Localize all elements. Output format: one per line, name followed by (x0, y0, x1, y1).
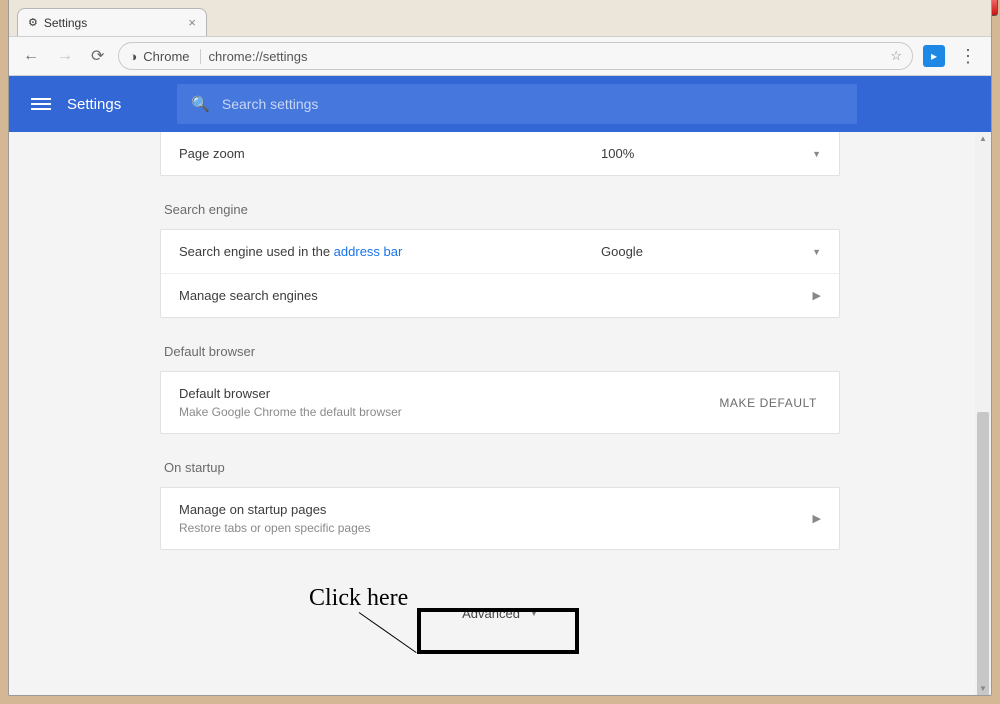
chevron-down-icon: ▼ (812, 149, 821, 159)
section-search-engine: Search engine (164, 202, 840, 217)
omnibox-proto-label: Chrome (143, 49, 189, 64)
settings-header: Settings 🔍 (9, 76, 991, 132)
extension-icon[interactable]: ▸ (923, 45, 945, 67)
annotation-highlight-box (417, 608, 579, 654)
toolbar: ← → ⟳ ◑ Chrome chrome://settings ☆ ▸ ⋮ (9, 36, 991, 76)
page-title: Settings (67, 96, 121, 113)
default-browser-card: Default browser Make Google Chrome the d… (160, 371, 840, 434)
search-engine-select[interactable]: Google ▼ (601, 244, 821, 259)
browser-window: ⚙ Settings × ← → ⟳ ◑ Chrome chrome://set… (8, 0, 992, 696)
search-input[interactable] (222, 96, 843, 112)
search-engine-value: Google (601, 244, 643, 259)
search-engine-row[interactable]: Search engine used in the address bar Go… (161, 230, 839, 273)
tab-settings[interactable]: ⚙ Settings × (17, 8, 207, 36)
omnibox[interactable]: ◑ Chrome chrome://settings ☆ (118, 42, 913, 70)
scrollbar-thumb[interactable] (977, 412, 989, 695)
search-engine-label-text: Search engine used in the (179, 244, 334, 259)
page-zoom-label: Page zoom (179, 146, 245, 161)
reload-button[interactable]: ⟳ (87, 42, 108, 70)
menu-icon[interactable] (31, 98, 51, 110)
default-browser-row: Default browser Make Google Chrome the d… (161, 372, 839, 433)
search-engine-label: Search engine used in the address bar (179, 244, 402, 259)
address-bar-link[interactable]: address bar (334, 244, 403, 259)
settings-body: Page zoom 100% ▼ Search engine Search en… (9, 132, 991, 695)
default-browser-sub: Make Google Chrome the default browser (179, 405, 402, 419)
appearance-card: Page zoom 100% ▼ (160, 132, 840, 176)
manage-search-engines-row[interactable]: Manage search engines ▶ (161, 273, 839, 317)
page-zoom-row[interactable]: Page zoom 100% ▼ (161, 132, 839, 175)
startup-title: Manage on startup pages (179, 502, 370, 517)
bookmark-star-icon[interactable]: ☆ (890, 48, 902, 64)
tab-title: Settings (44, 16, 87, 30)
make-default-button[interactable]: MAKE DEFAULT (715, 390, 821, 416)
chevron-down-icon: ▼ (812, 247, 821, 257)
omnibox-url: chrome://settings (209, 49, 308, 64)
search-engine-card: Search engine used in the address bar Go… (160, 229, 840, 318)
chrome-logo-icon: ◑ (129, 49, 137, 64)
section-default-browser: Default browser (164, 344, 840, 359)
gear-icon: ⚙ (28, 16, 38, 29)
scroll-down-icon[interactable]: ▼ (975, 684, 991, 693)
manage-startup-row[interactable]: Manage on startup pages Restore tabs or … (161, 488, 839, 549)
forward-button[interactable]: → (53, 43, 77, 69)
manage-search-engines-label: Manage search engines (179, 288, 318, 303)
chevron-right-icon: ▶ (813, 289, 821, 302)
secure-chip: ◑ Chrome (129, 49, 200, 64)
default-browser-title: Default browser (179, 386, 402, 401)
search-settings-box[interactable]: 🔍 (177, 84, 857, 124)
back-button[interactable]: ← (19, 43, 43, 69)
close-tab-icon[interactable]: × (188, 15, 196, 30)
scroll-up-icon[interactable]: ▲ (975, 134, 991, 143)
page-zoom-value: 100% (601, 146, 634, 161)
vertical-scrollbar[interactable]: ▲ ▼ (975, 132, 991, 695)
chevron-right-icon: ▶ (813, 512, 821, 525)
startup-sub: Restore tabs or open specific pages (179, 521, 370, 535)
chrome-menu-icon[interactable]: ⋮ (955, 46, 981, 67)
startup-card: Manage on startup pages Restore tabs or … (160, 487, 840, 550)
search-icon: 🔍 (191, 95, 210, 113)
annotation-text: Click here (309, 585, 408, 612)
page-zoom-select[interactable]: 100% ▼ (601, 146, 821, 161)
section-on-startup: On startup (164, 460, 840, 475)
tab-strip: ⚙ Settings × (9, 0, 991, 36)
